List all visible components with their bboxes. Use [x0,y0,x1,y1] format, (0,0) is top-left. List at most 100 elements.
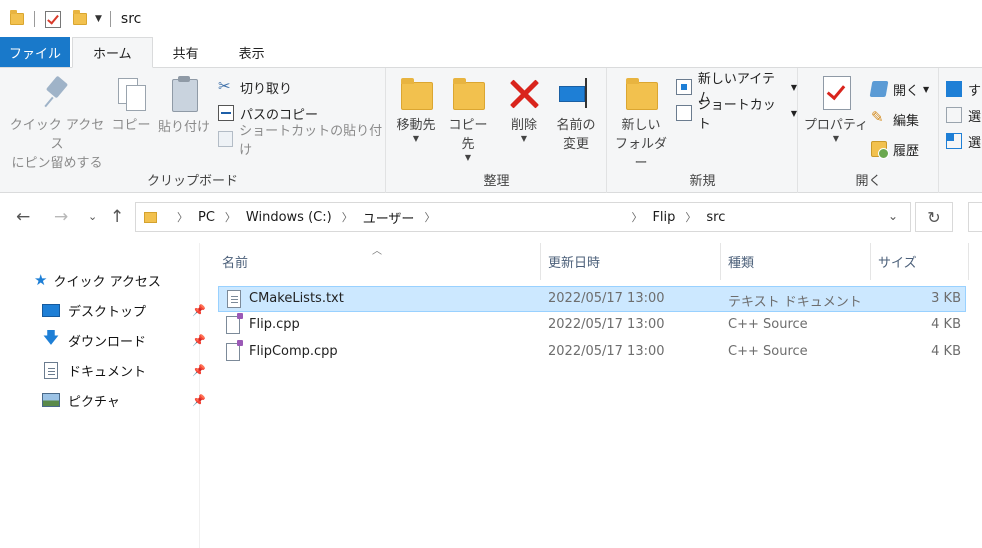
folder-icon [144,211,157,223]
pin-quick-access-label-1: クイック アクセス [9,118,105,152]
breadcrumb-src[interactable]: src [706,210,725,225]
breadcrumb-users[interactable]: ユーザー [363,208,415,227]
address-history-dropdown[interactable]: ⌄ [888,209,898,223]
breadcrumb-flip[interactable]: Flip [652,210,675,225]
new-folder-button[interactable]: 新しい フォルダー [610,76,672,173]
table-row[interactable]: FlipComp.cpp 2022/05/17 13:00 C++ Source… [218,340,966,366]
pin-icon: 📌 [192,303,206,317]
chevron-right-icon[interactable]: 〉 [342,209,353,225]
breadcrumb-pc[interactable]: PC [198,210,215,225]
file-size: 4 KB [931,317,961,332]
properties-button[interactable]: プロパティ ▼ [803,76,869,143]
back-arrow-icon[interactable]: ← [16,207,30,227]
table-row[interactable]: CMakeLists.txt 2022/05/17 13:00 テキスト ドキュ… [218,286,966,312]
file-type: C++ Source [728,344,808,359]
column-divider[interactable] [870,243,871,280]
rename-button[interactable]: 名前の 変更 [551,76,601,154]
address-bar[interactable]: 〉 PC 〉 Windows (C:) 〉 ユーザー 〉 〉 Flip 〉 sr… [135,202,911,232]
copy-label: コピー [111,118,151,133]
easy-access-button[interactable]: ショートカット ▼ [676,98,797,132]
new-folder-quick-icon[interactable] [73,10,87,25]
search-input[interactable] [968,202,982,232]
open-button[interactable]: 開く ▼ [869,78,929,100]
refresh-button[interactable]: ↻ [915,202,953,232]
paste-button[interactable]: 貼り付け [156,76,212,137]
nav-item-downloads[interactable]: 🡇 ダウンロード 📌 [42,328,206,351]
separator [109,11,111,27]
breadcrumb-drive[interactable]: Windows (C:) [246,210,332,225]
window-title: src [120,11,142,27]
copy-button[interactable]: コピー [110,76,152,135]
chevron-right-icon[interactable]: 〉 [424,209,435,225]
up-arrow-icon[interactable]: ↑ [110,207,124,227]
edit-button[interactable]: 編集 [871,108,919,130]
properties-quick-icon[interactable] [45,10,61,28]
properties-label: プロパティ [803,118,869,133]
paste-shortcut-button[interactable]: ショートカットの貼り付け [218,124,385,158]
shortcut-icon [676,105,692,121]
column-divider[interactable] [720,243,721,280]
chevron-down-icon: ▼ [790,108,797,118]
new-folder-label-1: 新しい [621,118,661,133]
history-button[interactable]: 履歴 [871,138,919,160]
pin-icon: 📌 [192,333,206,347]
column-divider[interactable] [968,243,969,280]
chevron-right-icon[interactable]: 〉 [177,209,188,225]
move-to-icon [399,76,433,110]
chevron-down-icon: ▼ [412,134,420,143]
column-header-name-label: 名前 [222,256,249,271]
history-label: 履歴 [893,143,920,159]
chevron-right-icon[interactable]: 〉 [631,209,642,225]
tab-file[interactable]: ファイル [0,37,70,67]
nav-item-desktop[interactable]: デスクトップ 📌 [42,299,206,321]
nav-item-pictures[interactable]: ピクチャ 📌 [42,389,206,411]
select-all-button[interactable]: す [946,78,981,100]
cut-button[interactable]: 切り取り [218,76,292,98]
scissors-icon [218,77,234,95]
history-icon [871,141,889,159]
file-name: Flip.cpp [249,317,300,332]
column-header-modified[interactable]: 更新日時 [548,243,720,280]
copy-icon [116,76,146,111]
new-group: 新しい フォルダー 新しいアイテム ▼ ショートカット ▼ 新規 [608,68,798,193]
move-to-button[interactable]: 移動先 ▼ [391,76,441,143]
copy-to-button[interactable]: コピー先 ▼ [443,76,493,162]
move-to-label: 移動先 [396,118,436,133]
delete-button[interactable]: 削除 ▼ [501,76,547,143]
invert-selection-button[interactable]: 選 [946,130,981,152]
column-divider[interactable] [540,243,541,280]
column-header-type[interactable]: 種類 [728,243,870,280]
tab-home[interactable]: ホーム [72,37,153,68]
delete-icon [507,76,541,110]
nav-quick-access[interactable]: ★ クイック アクセス [34,269,161,291]
chevron-down-icon: ▼ [790,82,797,92]
chevron-right-icon[interactable]: 〉 [685,209,696,225]
forward-arrow-icon[interactable]: → [54,207,68,227]
recent-locations-chevron-icon[interactable]: ⌄ [88,210,97,223]
organize-group-label: 整理 [483,174,510,189]
edit-label: 編集 [893,113,920,129]
cpp-file-icon [226,340,243,361]
tab-view[interactable]: 表示 [219,37,285,67]
pin-icon [42,76,72,110]
select-none-button[interactable]: 選 [946,104,981,126]
customize-quick-access-dropdown[interactable]: ▼ [95,14,102,24]
column-header-type-label: 種類 [728,256,755,271]
new-item-icon [676,79,692,95]
open-label: 開く [893,83,920,99]
nav-quick-access-label: クイック アクセス [53,274,161,290]
column-header-size[interactable]: サイズ [878,243,968,280]
rename-icon [557,76,595,110]
open-group-label: 開く [855,174,882,189]
edit-icon [871,108,887,127]
nav-item-documents[interactable]: ドキュメント 📌 [44,359,206,381]
tab-share[interactable]: 共有 [153,37,219,67]
pin-quick-access-button[interactable]: クイック アクセス にピン留めする [8,76,106,173]
nav-item-label: デスクトップ [68,304,147,320]
chevron-right-icon[interactable]: 〉 [225,209,236,225]
text-file-icon [227,290,241,308]
navigation-pane: ★ クイック アクセス デスクトップ 📌 🡇 ダウンロード 📌 ドキュメント 📌… [0,243,206,548]
new-group-label: 新規 [689,174,716,189]
table-row[interactable]: Flip.cpp 2022/05/17 13:00 C++ Source 4 K… [218,313,966,339]
column-header-name[interactable]: 名前 [222,243,540,280]
